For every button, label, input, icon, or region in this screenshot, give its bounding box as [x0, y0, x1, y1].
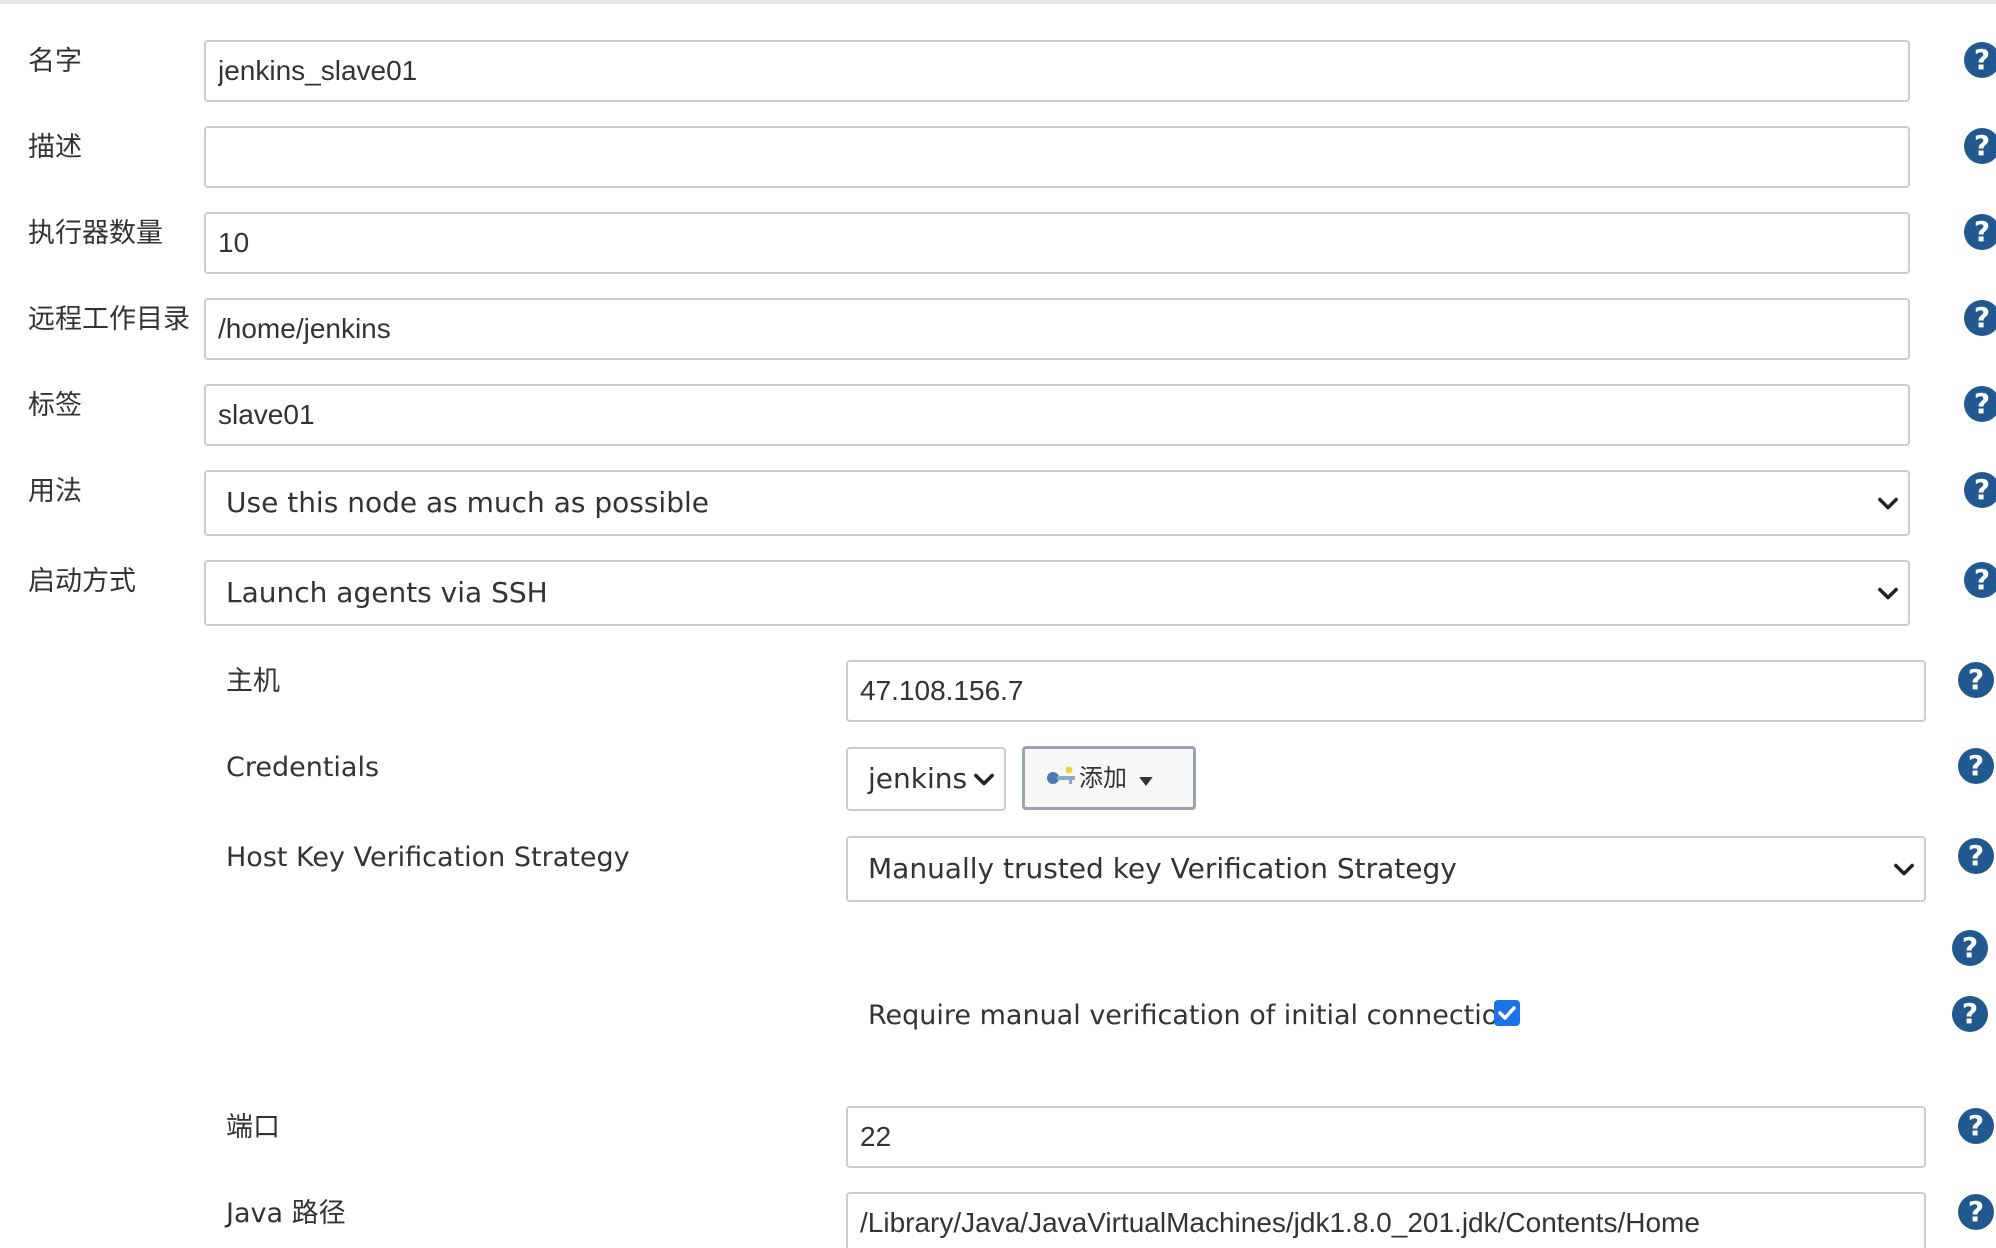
- host-key-strategy-label: Host Key Verification Strategy: [226, 842, 630, 873]
- chevron-down-icon: [1878, 497, 1898, 510]
- key-icon: [1047, 766, 1075, 784]
- labels-label: 标签: [28, 390, 82, 421]
- add-button-label: 添加: [1079, 764, 1127, 792]
- launch-method-label: 启动方式: [28, 566, 136, 597]
- credentials-label: Credentials: [226, 752, 380, 783]
- remote-root-label: 远程工作目录: [28, 304, 190, 335]
- name-label: 名字: [28, 46, 82, 77]
- help-icon[interactable]: ?: [1958, 1194, 1994, 1230]
- host-input[interactable]: [846, 660, 1926, 722]
- add-credentials-button[interactable]: 添加: [1022, 746, 1196, 810]
- host-key-strategy-select[interactable]: Manually trusted key Verification Strate…: [846, 836, 1926, 902]
- chevron-down-icon: [974, 773, 994, 786]
- help-icon[interactable]: ?: [1964, 300, 1996, 336]
- usage-select[interactable]: Use this node as much as possible: [204, 470, 1910, 536]
- help-icon[interactable]: ?: [1958, 1108, 1994, 1144]
- description-input[interactable]: [204, 126, 1910, 188]
- checkmark-icon: [1498, 1006, 1516, 1020]
- help-icon[interactable]: ?: [1952, 930, 1988, 966]
- host-key-strategy-selected-value: Manually trusted key Verification Strate…: [868, 852, 1457, 885]
- usage-selected-value: Use this node as much as possible: [226, 486, 709, 519]
- launch-method-selected-value: Launch agents via SSH: [226, 576, 548, 609]
- help-icon[interactable]: ?: [1964, 128, 1996, 164]
- usage-label: 用法: [28, 476, 82, 507]
- help-icon[interactable]: ?: [1964, 214, 1996, 250]
- remote-root-input[interactable]: [204, 298, 1910, 360]
- chevron-down-icon: [1878, 587, 1898, 600]
- node-config-page: 名字 ? 描述 ? 执行器数量 ? 远程工作目录 ? 标签 ? 用法 Use t…: [0, 0, 1996, 1248]
- help-icon[interactable]: ?: [1964, 562, 1996, 598]
- executors-input[interactable]: [204, 212, 1910, 274]
- help-icon[interactable]: ?: [1964, 472, 1996, 508]
- help-icon[interactable]: ?: [1964, 42, 1996, 78]
- labels-input[interactable]: [204, 384, 1910, 446]
- java-path-label: Java 路径: [226, 1198, 346, 1229]
- port-label: 端口: [226, 1112, 280, 1143]
- caret-down-icon: [1139, 777, 1153, 786]
- top-divider: [0, 0, 1996, 4]
- description-label: 描述: [28, 132, 82, 163]
- port-input[interactable]: [846, 1106, 1926, 1168]
- java-path-input[interactable]: [846, 1192, 1926, 1248]
- name-input[interactable]: [204, 40, 1910, 102]
- launch-method-select[interactable]: Launch agents via SSH: [204, 560, 1910, 626]
- chevron-down-icon: [1894, 863, 1914, 876]
- help-icon[interactable]: ?: [1964, 386, 1996, 422]
- credentials-selected-value: jenkins: [868, 762, 968, 795]
- host-label: 主机: [226, 666, 280, 697]
- help-icon[interactable]: ?: [1958, 662, 1994, 698]
- help-icon[interactable]: ?: [1952, 996, 1988, 1032]
- credentials-select[interactable]: jenkins: [846, 747, 1006, 811]
- help-icon[interactable]: ?: [1958, 748, 1994, 784]
- manual-verification-label: Require manual verification of initial c…: [868, 1000, 1516, 1031]
- manual-verification-checkbox[interactable]: [1494, 1000, 1520, 1026]
- help-icon[interactable]: ?: [1958, 838, 1994, 874]
- executors-label: 执行器数量: [28, 218, 163, 249]
